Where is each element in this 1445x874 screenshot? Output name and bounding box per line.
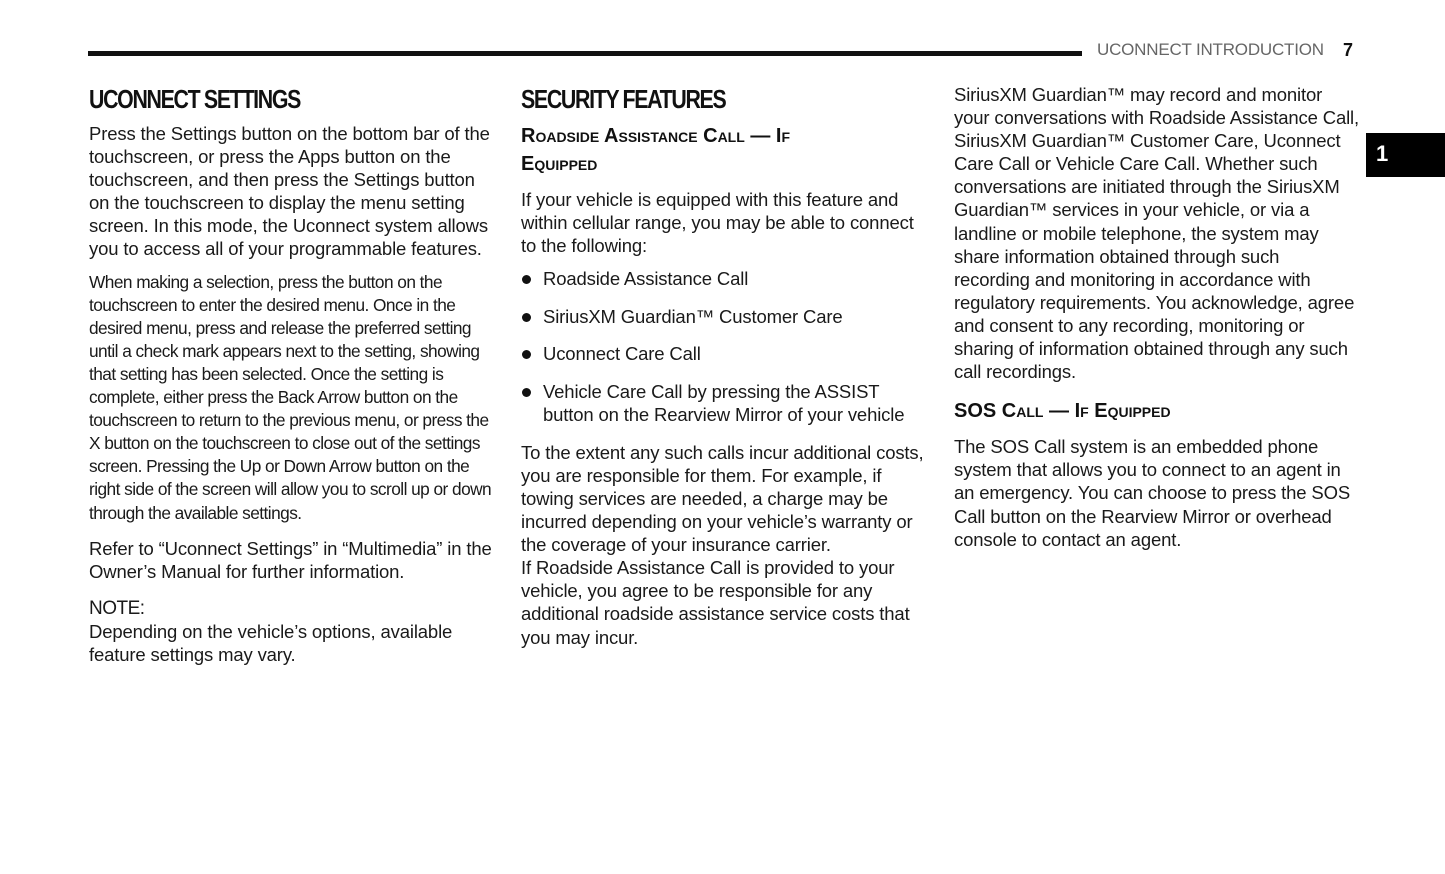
list-item: SiriusXM Guardian™ Customer Care (521, 305, 926, 328)
running-head: UCONNECT INTRODUCTION (1097, 40, 1324, 59)
list-item: Uconnect Care Call (521, 342, 926, 365)
section-title-uconnect-settings: UCONNECT SETTINGS (89, 84, 301, 114)
paragraph-settings-intro: Press the Settings button on the bottom … (89, 123, 490, 260)
list-item-text: Uconnect Care Call (543, 343, 701, 365)
chapter-tab: 1 (1366, 133, 1445, 177)
column-security-features: SECURITY FEATURES Roadside Assistance Ca… (521, 80, 926, 659)
feature-list: Roadside Assistance Call SiriusXM Guardi… (521, 267, 926, 426)
list-item: Vehicle Care Call by pressing the ASSIST… (521, 380, 926, 426)
paragraph-making-selection: When making a selection, press the butto… (89, 271, 492, 523)
list-item-text: Vehicle Care Call by pressing the ASSIST… (543, 381, 905, 426)
note-label: NOTE: (89, 597, 145, 619)
header-rule (88, 51, 1082, 56)
bullet-icon (522, 350, 531, 360)
column-uconnect-settings: UCONNECT SETTINGS Press the Settings but… (89, 80, 494, 676)
bullet-icon (522, 388, 531, 398)
paragraph-sos: The SOS Call system is an embedded phone… (954, 436, 1351, 550)
subsection-title-sos: SOS Call — If Equipped (954, 400, 1171, 423)
column-recording-sos: SiriusXM Guardian™ may record and monito… (954, 83, 1359, 561)
bullet-icon (522, 275, 531, 285)
list-item-text: Roadside Assistance Call (543, 268, 749, 290)
paragraph-refer: Refer to “Uconnect Settings” in “Multime… (89, 537, 492, 582)
note-text: Depending on the vehicle’s options, avai… (89, 620, 453, 665)
list-item: Roadside Assistance Call (521, 267, 926, 290)
section-title-security-features: SECURITY FEATURES (521, 84, 727, 114)
page-number: 7 (1343, 40, 1354, 60)
paragraph-roadside-provided: If Roadside Assistance Call is provided … (521, 557, 910, 648)
paragraph-costs: To the extent any such calls incur addit… (521, 441, 924, 556)
paragraph-recording: SiriusXM Guardian™ may record and monito… (954, 84, 1359, 383)
subsection-title-roadside: Roadside Assistance Call — If Equipped (521, 125, 791, 175)
list-item-text: SiriusXM Guardian™ Customer Care (543, 305, 843, 327)
bullet-icon (522, 312, 531, 322)
paragraph-roadside-intro: If your vehicle is equipped with this fe… (521, 189, 914, 257)
